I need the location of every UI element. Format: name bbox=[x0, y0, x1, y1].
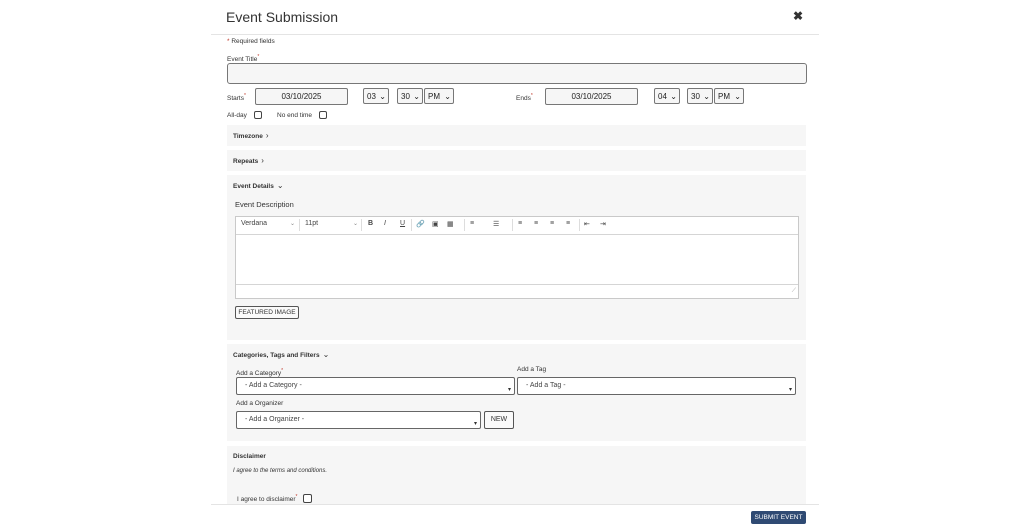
table-icon[interactable]: ▦ bbox=[447, 220, 454, 228]
align-left-icon[interactable]: ≡ bbox=[518, 220, 522, 227]
modal-footer: SUBMIT EVENT bbox=[211, 504, 819, 527]
image-icon[interactable]: ▣ bbox=[432, 220, 439, 228]
chevron-down-icon: ⌄ bbox=[353, 221, 359, 227]
featured-image-button[interactable]: FEATURED IMAGE bbox=[235, 306, 299, 319]
chevron-down-icon: ⌄ bbox=[670, 92, 677, 101]
start-ampm-select[interactable]: PM ⌄ bbox=[424, 88, 454, 104]
event-title-label: Event Title* bbox=[227, 54, 260, 64]
outdent-icon[interactable]: ⇤ bbox=[584, 220, 590, 228]
disclaimer-section: Disclaimer I agree to the terms and cond… bbox=[227, 446, 806, 504]
categories-toggle[interactable]: Categories, Tags and Filters ⌄ bbox=[233, 350, 329, 359]
add-organizer-label: Add a Organizer bbox=[236, 400, 284, 407]
categories-section: Categories, Tags and Filters ⌄ Add a Cate… bbox=[227, 344, 806, 441]
align-right-icon[interactable]: ≡ bbox=[550, 220, 554, 227]
disclaimer-title: Disclaimer bbox=[233, 453, 266, 460]
disclaimer-agree-label: I agree to disclaimer* bbox=[237, 494, 298, 504]
required-note-text: Required fields bbox=[231, 38, 275, 45]
chevron-down-icon: ⌄ bbox=[276, 181, 284, 190]
close-icon[interactable]: ✖ bbox=[793, 9, 803, 23]
submit-event-button[interactable]: SUBMIT EVENT bbox=[751, 511, 806, 524]
repeats-toggle[interactable]: Repeats › bbox=[233, 156, 264, 165]
repeats-section[interactable]: Repeats › bbox=[227, 150, 806, 171]
chevron-down-icon: ▾ bbox=[507, 387, 511, 393]
chevron-right-icon: › bbox=[261, 156, 264, 165]
font-size-select[interactable]: 11pt bbox=[305, 220, 318, 227]
add-category-label: Add a Category* bbox=[236, 368, 284, 378]
organizer-select[interactable]: - Add a Organizer - ▾ bbox=[236, 411, 481, 429]
event-submission-modal: Event Submission ✖ * Required fields Eve… bbox=[211, 0, 819, 526]
chevron-down-icon: ⌄ bbox=[703, 92, 710, 101]
chevron-down-icon: ⌄ bbox=[444, 92, 451, 101]
chevron-down-icon: ▾ bbox=[788, 387, 792, 393]
ends-label: Ends* bbox=[516, 93, 533, 103]
resize-handle-icon[interactable]: ⟋ bbox=[792, 288, 796, 295]
start-minute-select[interactable]: 30 ⌄ bbox=[397, 88, 423, 104]
bullet-list-icon[interactable]: ☰ bbox=[493, 220, 499, 228]
required-star: * bbox=[227, 38, 230, 45]
end-ampm-select[interactable]: PM ⌄ bbox=[714, 88, 744, 104]
noend-checkbox[interactable] bbox=[319, 111, 327, 119]
italic-icon[interactable]: I bbox=[384, 220, 386, 227]
disclaimer-text: I agree to the terms and conditions. bbox=[233, 468, 328, 474]
timezone-section[interactable]: Timezone › bbox=[227, 125, 806, 146]
tag-select[interactable]: - Add a Tag - ▾ bbox=[517, 377, 796, 395]
end-hour-select[interactable]: 04 ⌄ bbox=[654, 88, 680, 104]
start-date-input[interactable]: 03/10/2025 bbox=[255, 88, 348, 105]
allday-label: All-day bbox=[227, 112, 247, 119]
chevron-down-icon: ⌄ bbox=[413, 92, 420, 101]
disclaimer-checkbox[interactable] bbox=[303, 494, 312, 503]
category-select[interactable]: - Add a Category - ▾ bbox=[236, 377, 515, 395]
timezone-toggle[interactable]: Timezone › bbox=[233, 131, 269, 140]
chevron-down-icon: ▾ bbox=[473, 421, 477, 427]
description-edit-area[interactable] bbox=[236, 234, 798, 284]
chevron-down-icon: ⌄ bbox=[379, 92, 386, 101]
starts-label: Starts* bbox=[227, 93, 246, 103]
event-title-input[interactable] bbox=[227, 63, 807, 84]
indent-icon[interactable]: ⇥ bbox=[600, 220, 606, 228]
allday-checkbox[interactable] bbox=[254, 111, 262, 119]
event-details-toggle[interactable]: Event Details ⌄ bbox=[233, 181, 284, 190]
end-minute-select[interactable]: 30 ⌄ bbox=[687, 88, 713, 104]
add-tag-label: Add a Tag bbox=[517, 366, 547, 373]
chevron-right-icon: › bbox=[265, 131, 269, 140]
chevron-down-icon: ⌄ bbox=[290, 221, 296, 227]
font-family-select[interactable]: Verdana bbox=[241, 220, 267, 227]
numbered-list-icon[interactable]: ≡ bbox=[470, 220, 474, 227]
noend-label: No end time bbox=[277, 112, 313, 119]
modal-title: Event Submission bbox=[226, 9, 339, 25]
event-details-section: Event Details ⌄ Event Description Verdana… bbox=[227, 175, 806, 340]
chevron-down-icon: ⌄ bbox=[322, 350, 330, 359]
chevron-down-icon: ⌄ bbox=[734, 92, 741, 101]
underline-icon[interactable]: U bbox=[400, 220, 405, 227]
rich-text-editor: Verdana ⌄ 11pt ⌄ B I U 🔗 ▣ ▦ ≡ ☰ ≡ ≡ ≡ ≡… bbox=[235, 216, 799, 299]
align-center-icon[interactable]: ≡ bbox=[534, 220, 538, 227]
bold-icon[interactable]: B bbox=[368, 220, 373, 227]
required-note: * Required fields bbox=[227, 38, 275, 45]
modal-header: Event Submission ✖ bbox=[211, 0, 819, 35]
start-hour-select[interactable]: 03 ⌄ bbox=[363, 88, 389, 104]
link-icon[interactable]: 🔗 bbox=[416, 220, 425, 228]
align-justify-icon[interactable]: ≡ bbox=[566, 220, 570, 227]
event-description-label: Event Description bbox=[235, 200, 294, 209]
editor-toolbar: Verdana ⌄ 11pt ⌄ B I U 🔗 ▣ ▦ ≡ ☰ ≡ ≡ ≡ ≡… bbox=[236, 217, 798, 235]
new-organizer-button[interactable]: NEW bbox=[484, 411, 514, 429]
editor-statusbar: ⟋ bbox=[236, 284, 798, 299]
end-date-input[interactable]: 03/10/2025 bbox=[545, 88, 638, 105]
